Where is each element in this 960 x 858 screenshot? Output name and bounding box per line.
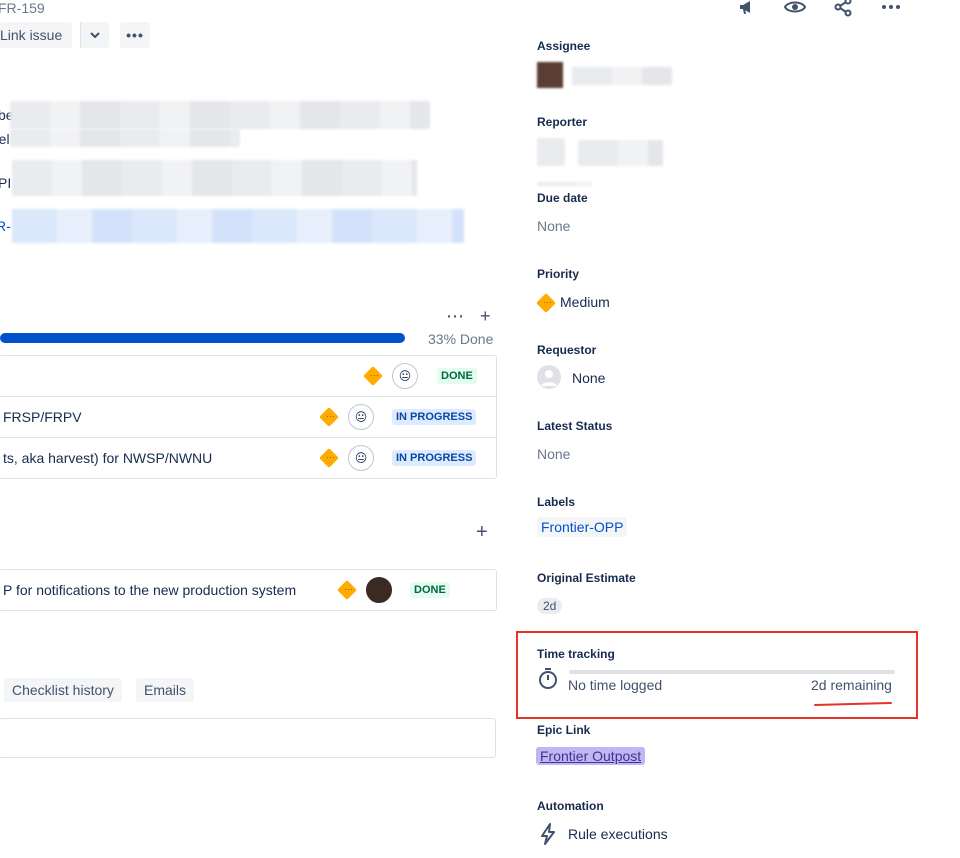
priority-medium-icon: ··· <box>536 293 556 313</box>
assignee-label: Assignee <box>537 39 591 53</box>
child-issue-actions: ⋯ + <box>446 306 491 327</box>
requestor-value[interactable]: None <box>572 370 605 386</box>
due-date-label: Due date <box>537 191 588 205</box>
link-issue-button[interactable]: Link issue <box>0 22 73 48</box>
redacted-name <box>572 67 672 85</box>
label-tag-text: Frontier-OPP <box>537 517 628 537</box>
redacted-text <box>10 101 430 129</box>
child-summary[interactable]: ts, aka harvest) for NWSP/NWNU <box>3 450 212 466</box>
avatar: 😐 <box>348 445 374 471</box>
add-child-icon[interactable]: + <box>480 306 491 327</box>
share-icon[interactable] <box>832 0 854 18</box>
table-row[interactable]: P for notifications to the new productio… <box>0 570 496 610</box>
avatar <box>537 138 565 166</box>
tab-emails[interactable]: Emails <box>136 678 195 702</box>
more-icon[interactable]: ⋯ <box>446 306 464 327</box>
link-issue-label: Link issue <box>0 27 63 43</box>
status-badge[interactable]: IN PROGRESS <box>392 450 477 466</box>
requestor-label: Requestor <box>537 343 597 357</box>
child-progress-bar <box>0 333 405 343</box>
labels-label: Labels <box>537 495 576 509</box>
epic-link-text: Frontier Outpost <box>536 747 646 765</box>
link-fragment[interactable]: R- <box>0 218 11 234</box>
priority-medium-icon: ··· <box>319 448 339 468</box>
table-row[interactable]: ··· 😐 DONE <box>0 356 496 397</box>
avatar <box>537 62 563 88</box>
redacted-link <box>12 209 464 243</box>
original-estimate-label: Original Estimate <box>537 571 636 585</box>
more-icon[interactable] <box>880 0 902 18</box>
label-tag[interactable]: Frontier-OPP <box>537 517 628 537</box>
priority-medium-icon: ··· <box>363 366 383 386</box>
field-fragment: rel <box>0 131 10 147</box>
avatar: 😐 <box>348 404 374 430</box>
tab-checklist-history[interactable]: Checklist history <box>4 678 122 702</box>
reporter-label: Reporter <box>537 115 588 129</box>
annotation-highlight-box <box>516 631 918 719</box>
more-actions-button[interactable]: ••• <box>120 22 150 48</box>
original-estimate-value[interactable]: 2d <box>537 597 563 614</box>
table-row[interactable]: ts, aka harvest) for NWSP/NWNU ··· 😐 IN … <box>0 438 496 478</box>
child-issues-table: ··· 😐 DONE FRSP/FRPV ··· 😐 IN PROGRESS t… <box>0 355 497 479</box>
issue-key[interactable]: FR-159 <box>0 0 45 16</box>
megaphone-icon[interactable] <box>736 0 758 18</box>
estimate-text: 2d <box>537 598 563 614</box>
link-issue-dropdown[interactable] <box>80 22 109 48</box>
comment-input[interactable] <box>0 718 496 758</box>
latest-status-label: Latest Status <box>537 419 613 433</box>
due-date-value[interactable]: None <box>537 218 570 234</box>
latest-status-value[interactable]: None <box>537 446 570 462</box>
avatar: 😐 <box>392 363 418 389</box>
progress-text: 33% Done <box>428 331 494 347</box>
linked-issues-table: P for notifications to the new productio… <box>0 569 497 611</box>
lightning-icon <box>540 823 556 848</box>
priority-medium-icon: ··· <box>337 580 357 600</box>
table-row[interactable]: FRSP/FRPV ··· 😐 IN PROGRESS <box>0 397 496 438</box>
redacted-text <box>10 129 240 147</box>
epic-link-tag[interactable]: Frontier Outpost <box>536 747 646 765</box>
issue-toolbar <box>736 0 902 18</box>
user-placeholder-icon <box>537 365 561 389</box>
redacted-name <box>578 140 663 166</box>
linked-summary[interactable]: P for notifications to the new productio… <box>3 582 296 598</box>
status-badge[interactable]: IN PROGRESS <box>392 409 477 425</box>
automation-label: Automation <box>537 799 604 813</box>
redacted-text <box>537 182 593 186</box>
eye-icon[interactable] <box>784 0 806 18</box>
priority-value[interactable]: Medium <box>560 294 610 310</box>
chevron-down-icon <box>90 32 100 38</box>
status-badge[interactable]: DONE <box>437 368 477 384</box>
redacted-text <box>12 160 417 196</box>
field-fragment: PI <box>0 175 12 191</box>
rule-executions-link[interactable]: Rule executions <box>568 826 668 842</box>
add-linked-issue-icon[interactable]: + <box>476 521 488 544</box>
avatar <box>366 577 392 603</box>
status-badge[interactable]: DONE <box>410 582 450 598</box>
epic-link-label: Epic Link <box>537 723 591 737</box>
child-summary[interactable]: FRSP/FRPV <box>3 409 82 425</box>
priority-medium-icon: ··· <box>319 407 339 427</box>
priority-label: Priority <box>537 267 580 281</box>
